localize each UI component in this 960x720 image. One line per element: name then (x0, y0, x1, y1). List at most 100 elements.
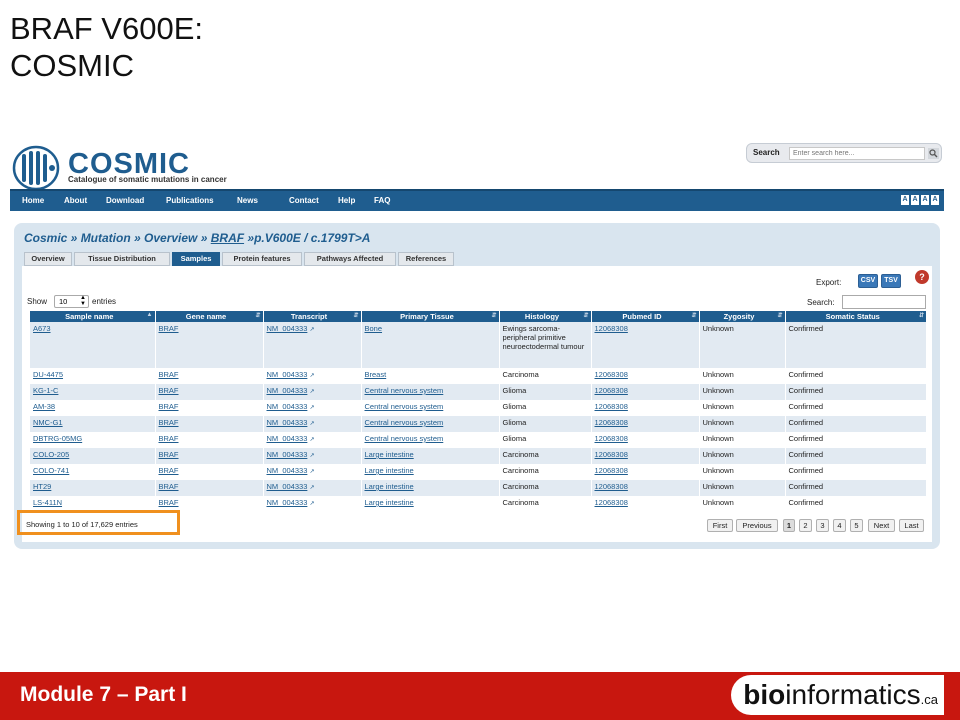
transcript-link[interactable]: NM_004333 (267, 402, 308, 411)
tissue-link[interactable]: Breast (365, 370, 387, 379)
search-icon[interactable] (928, 148, 939, 159)
column-header[interactable]: Zygosity ⇵ (699, 311, 786, 322)
tissue-link[interactable]: Central nervous system (365, 418, 444, 427)
tissue-link[interactable]: Large intestine (365, 450, 414, 459)
sample-cell[interactable]: AM-38 (30, 400, 156, 416)
export-tsv-button[interactable]: TSV (881, 274, 901, 288)
gene-cell[interactable]: BRAF (155, 432, 264, 448)
page-size-select[interactable]: 10 ▲ ▼ (54, 295, 89, 308)
tissue-cell[interactable]: Large intestine (361, 448, 500, 464)
tissue-cell[interactable]: Large intestine (361, 496, 500, 512)
transcript-cell[interactable]: NM_004333 ↗ (263, 448, 362, 464)
pubmed-cell[interactable]: 12068308 (591, 400, 700, 416)
tissue-cell[interactable]: Large intestine (361, 480, 500, 496)
tissue-link[interactable]: Bone (365, 324, 383, 333)
nav-about[interactable]: About (64, 196, 87, 205)
sample-link[interactable]: NMC-G1 (33, 418, 63, 427)
pubmed-cell[interactable]: 12068308 (591, 322, 700, 368)
nav-download[interactable]: Download (106, 196, 144, 205)
gene-link[interactable]: BRAF (159, 482, 179, 491)
nav-publications[interactable]: Publications (166, 196, 214, 205)
font-size-button-3[interactable]: A (921, 195, 929, 205)
nav-contact[interactable]: Contact (289, 196, 319, 205)
pager-first[interactable]: First (707, 519, 733, 532)
transcript-link[interactable]: NM_004333 (267, 370, 308, 379)
gene-cell[interactable]: BRAF (155, 464, 264, 480)
tissue-cell[interactable]: Bone (361, 322, 500, 368)
pager-page-3[interactable]: 3 (816, 519, 829, 532)
gene-link[interactable]: BRAF (159, 450, 179, 459)
tab-overview[interactable]: Overview (24, 252, 72, 266)
column-header[interactable]: Gene name ⇵ (155, 311, 264, 322)
pubmed-link[interactable]: 12068308 (595, 418, 628, 427)
pubmed-link[interactable]: 12068308 (595, 482, 628, 491)
gene-link[interactable]: BRAF (159, 370, 179, 379)
pubmed-cell[interactable]: 12068308 (591, 432, 700, 448)
transcript-cell[interactable]: NM_004333 ↗ (263, 384, 362, 400)
font-size-button-4[interactable]: A (931, 195, 939, 205)
pager-page-2[interactable]: 2 (799, 519, 812, 532)
column-header[interactable]: Histology ⇵ (499, 311, 592, 322)
transcript-link[interactable]: NM_004333 (267, 466, 308, 475)
gene-link[interactable]: BRAF (159, 498, 179, 507)
gene-cell[interactable]: BRAF (155, 480, 264, 496)
transcript-cell[interactable]: NM_004333 ↗ (263, 416, 362, 432)
tissue-cell[interactable]: Central nervous system (361, 432, 500, 448)
tab-pathways-affected[interactable]: Pathways Affected (304, 252, 396, 266)
pubmed-link[interactable]: 12068308 (595, 466, 628, 475)
pager-page-4[interactable]: 4 (833, 519, 846, 532)
sample-cell[interactable]: COLO-205 (30, 448, 156, 464)
transcript-link[interactable]: NM_004333 (267, 498, 308, 507)
gene-link[interactable]: BRAF (159, 466, 179, 475)
column-header[interactable]: Sample name ▲ (30, 311, 156, 322)
gene-cell[interactable]: BRAF (155, 322, 264, 368)
pubmed-link[interactable]: 12068308 (595, 324, 628, 333)
breadcrumb-gene[interactable]: BRAF (211, 231, 244, 245)
pubmed-link[interactable]: 12068308 (595, 434, 628, 443)
tissue-link[interactable]: Central nervous system (365, 434, 444, 443)
gene-link[interactable]: BRAF (159, 386, 179, 395)
sample-link[interactable]: A673 (33, 324, 51, 333)
font-size-button-2[interactable]: A (911, 195, 919, 205)
sample-cell[interactable]: DU-4475 (30, 368, 156, 384)
transcript-cell[interactable]: NM_004333 ↗ (263, 322, 362, 368)
gene-link[interactable]: BRAF (159, 434, 179, 443)
transcript-link[interactable]: NM_004333 (267, 434, 308, 443)
transcript-cell[interactable]: NM_004333 ↗ (263, 496, 362, 512)
gene-cell[interactable]: BRAF (155, 416, 264, 432)
breadcrumb-path[interactable]: Cosmic » Mutation » Overview » (24, 231, 211, 245)
sample-cell[interactable]: HT29 (30, 480, 156, 496)
pager-previous[interactable]: Previous (736, 519, 778, 532)
transcript-link[interactable]: NM_004333 (267, 450, 308, 459)
font-size-button-1[interactable]: A (901, 195, 909, 205)
export-csv-button[interactable]: CSV (858, 274, 878, 288)
tissue-cell[interactable]: Central nervous system (361, 416, 500, 432)
sample-cell[interactable]: A673 (30, 322, 156, 368)
gene-link[interactable]: BRAF (159, 418, 179, 427)
tissue-link[interactable]: Large intestine (365, 466, 414, 475)
column-header[interactable]: Somatic Status ⇵ (785, 311, 927, 322)
nav-news[interactable]: News (237, 196, 258, 205)
tissue-cell[interactable]: Large intestine (361, 464, 500, 480)
site-search-input[interactable] (789, 147, 925, 160)
tissue-cell[interactable]: Central nervous system (361, 400, 500, 416)
nav-faq[interactable]: FAQ (374, 196, 390, 205)
column-header[interactable]: Primary Tissue ⇵ (361, 311, 500, 322)
tissue-link[interactable]: Large intestine (365, 498, 414, 507)
gene-link[interactable]: BRAF (159, 402, 179, 411)
transcript-cell[interactable]: NM_004333 ↗ (263, 368, 362, 384)
sample-link[interactable]: HT29 (33, 482, 51, 491)
pager-next[interactable]: Next (868, 519, 895, 532)
pubmed-cell[interactable]: 12068308 (591, 480, 700, 496)
transcript-cell[interactable]: NM_004333 ↗ (263, 400, 362, 416)
pubmed-link[interactable]: 12068308 (595, 370, 628, 379)
sample-cell[interactable]: KG-1-C (30, 384, 156, 400)
sample-link[interactable]: DBTRG-05MG (33, 434, 82, 443)
gene-link[interactable]: BRAF (159, 324, 179, 333)
gene-cell[interactable]: BRAF (155, 448, 264, 464)
nav-home[interactable]: Home (22, 196, 44, 205)
transcript-cell[interactable]: NM_004333 ↗ (263, 464, 362, 480)
gene-cell[interactable]: BRAF (155, 384, 264, 400)
pubmed-cell[interactable]: 12068308 (591, 448, 700, 464)
transcript-cell[interactable]: NM_004333 ↗ (263, 480, 362, 496)
